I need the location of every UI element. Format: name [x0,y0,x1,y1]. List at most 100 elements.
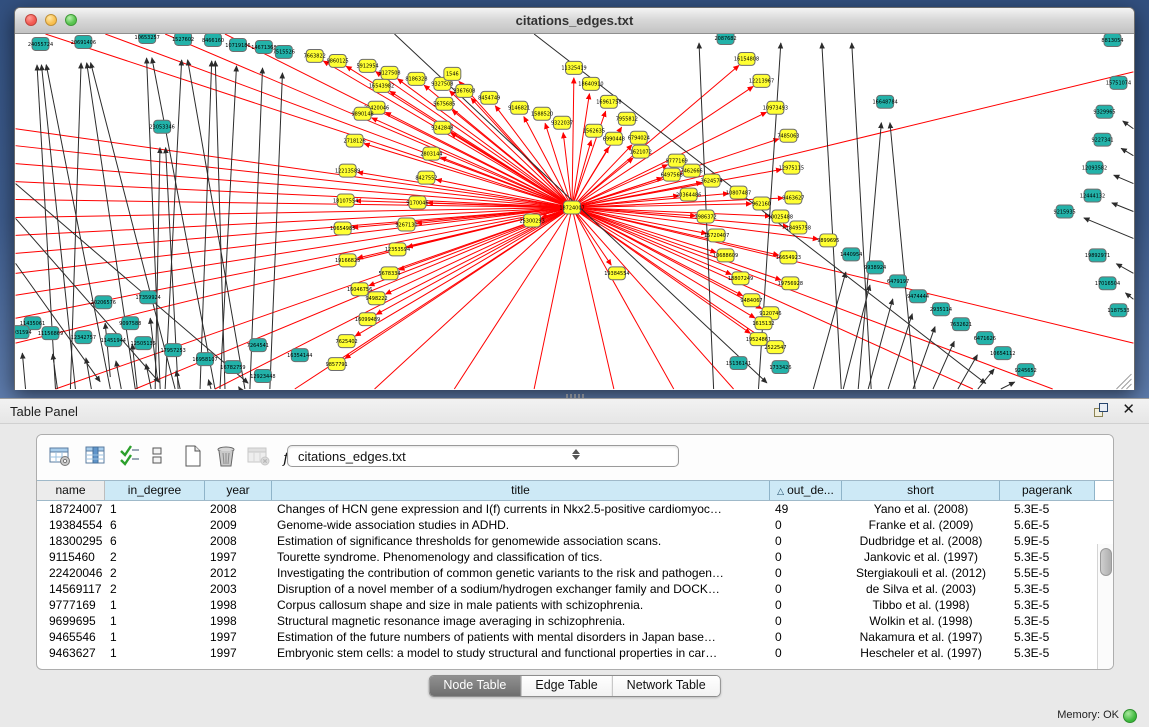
graph-node[interactable]: 2522547 [764,341,786,354]
graph-node[interactable]: 19384554 [604,267,629,280]
graph-node[interactable]: 6794024 [628,131,650,144]
graph-node[interactable]: 19166825 [335,254,360,267]
graph-node[interactable]: 12342757 [71,331,96,344]
graph-node[interactable]: 9474444 [907,290,929,303]
tab-node-table[interactable]: Node Table [429,676,521,696]
table-row[interactable]: 977716911998Corpus callosum shape and si… [37,597,1113,613]
graph-node[interactable]: 8186328 [405,72,427,85]
table-row[interactable]: 911546021997Tourette syndrome. Phenomeno… [37,549,1113,565]
table-scrollbar-thumb[interactable] [1100,548,1112,576]
graph-node[interactable]: 7264541 [247,339,269,352]
graph-node[interactable]: 9170046 [406,196,428,209]
graph-node[interactable]: 962160 [752,197,771,210]
graph-node[interactable]: 7625402 [336,335,358,348]
graph-node[interactable]: 10973493 [763,101,788,114]
graph-node[interactable]: 9484067 [740,294,762,307]
graph-node[interactable]: 7986372 [695,210,717,223]
new-table-icon[interactable] [183,445,203,469]
graph-node[interactable]: 17016504 [1095,277,1120,290]
graph-node[interactable]: 9322037 [551,116,573,129]
graph-node[interactable]: 9097588 [119,317,141,330]
graph-node[interactable]: 2803144 [420,147,442,160]
graph-node[interactable]: 1588520 [531,107,553,120]
graph-node[interactable]: 19892971 [1085,249,1110,262]
graph-node[interactable]: 10653257 [135,34,160,43]
graph-node[interactable]: 3931594 [15,326,32,339]
column-header-title[interactable]: title [272,481,770,500]
graph-node[interactable]: 8454749 [478,91,500,104]
tab-edge-table[interactable]: Edge Table [521,676,612,696]
graph-node[interactable]: 10654985 [330,222,355,235]
graph-node[interactable]: 7485063 [777,129,799,142]
graph-node[interactable]: 9860125 [327,54,349,67]
graph-node[interactable]: 9938924 [864,261,886,274]
select-all-icon[interactable] [119,445,141,467]
graph-node[interactable]: 7462666 [681,164,703,177]
delete-trash-icon[interactable] [215,445,237,469]
graph-node[interactable]: 1615132 [752,317,774,330]
column-header-name[interactable]: name [37,481,105,500]
graph-node[interactable]: 9899695 [817,234,839,247]
float-panel-icon[interactable] [1094,403,1108,417]
graph-node[interactable]: 18640910 [578,77,603,90]
graph-node[interactable]: 16961758 [596,95,621,108]
table-row[interactable]: 1830029562008Estimation of significance … [37,533,1113,549]
graph-node[interactable]: 10688609 [713,249,738,262]
graph-node[interactable]: 5912954 [357,59,379,72]
show-columns-icon[interactable] [85,445,107,467]
graph-node[interactable]: 12093582 [1082,161,1107,174]
graph-node[interactable]: 9215935 [1054,205,1076,218]
graph-node[interactable]: 10025488 [768,210,793,223]
graph-node[interactable]: 16648784 [872,95,897,108]
graph-node[interactable]: 24055724 [28,37,53,50]
close-panel-icon[interactable]: ✕ [1122,403,1135,417]
table-row[interactable]: 1872400712008Changes of HCN gene express… [37,501,1113,517]
graph-node[interactable]: 7663822 [304,49,326,62]
column-header-out-de-[interactable]: △out_de... [770,481,842,500]
graph-node[interactable]: 12923448 [250,370,275,383]
graph-node[interactable]: 12213967 [749,74,774,87]
graph-node[interactable]: 11156869 [38,327,63,340]
graph-node[interactable]: 9498222 [365,292,387,305]
graph-node[interactable]: 12505135 [131,337,156,350]
column-header-in-degree[interactable]: in_degree [105,481,205,500]
graph-node[interactable]: 7955812 [616,112,638,125]
table-row[interactable]: 969969511998Structural magnetic resonanc… [37,613,1113,629]
graph-node[interactable]: 6990448 [603,132,625,145]
graph-node[interactable]: 11325419 [561,61,586,74]
graph-node[interactable]: 8813054 [1101,34,1123,46]
graph-node[interactable]: 12353594 [385,243,410,256]
graph-node[interactable]: 9890148 [352,107,374,120]
resize-grip-icon[interactable] [1116,374,1131,389]
graph-node[interactable]: 23053346 [150,120,175,133]
graph-node[interactable]: 9242848 [431,121,453,134]
table-row[interactable]: 946362711997Embryonic stem cells: a mode… [37,645,1113,661]
graph-node[interactable]: 7632621 [950,318,972,331]
graph-node[interactable]: 15136141 [726,357,751,370]
graph-node[interactable]: 2087682 [715,34,737,44]
graph-node[interactable]: 5675685 [433,97,455,110]
graph-node[interactable]: 9127508 [378,66,400,79]
graph-node[interactable]: 2718126 [344,134,366,147]
graph-node[interactable]: 9329965 [1093,105,1115,118]
graph-node[interactable]: 9245652 [1015,364,1037,377]
graph-node[interactable]: 6497568 [661,168,683,181]
column-header-pagerank[interactable]: pagerank [1000,481,1095,500]
graph-node[interactable]: 1733426 [769,361,791,374]
graph-node[interactable]: 10654112 [990,347,1015,360]
graph-node[interactable]: 5678334 [378,267,400,280]
graph-node[interactable]: 6471626 [974,332,996,345]
graph-node[interactable]: 9227341 [1091,133,1113,146]
table-scrollbar[interactable] [1097,544,1113,669]
graph-node[interactable]: 2367608 [453,84,475,97]
graph-node[interactable]: 10719186 [225,38,250,51]
graph-node[interactable]: 20691406 [71,35,96,48]
graph-node[interactable]: 8427552 [415,171,437,184]
tab-network-table[interactable]: Network Table [613,676,720,696]
graph-node[interactable]: 15751074 [1106,76,1131,89]
graph-node[interactable]: 9857791 [326,358,348,371]
table-row[interactable]: 1938455462009Genome-wide association stu… [37,517,1113,533]
graph-node[interactable]: 9463627 [782,191,804,204]
graph-node[interactable]: 18807249 [728,272,753,285]
table-mode-icon[interactable] [49,445,71,467]
